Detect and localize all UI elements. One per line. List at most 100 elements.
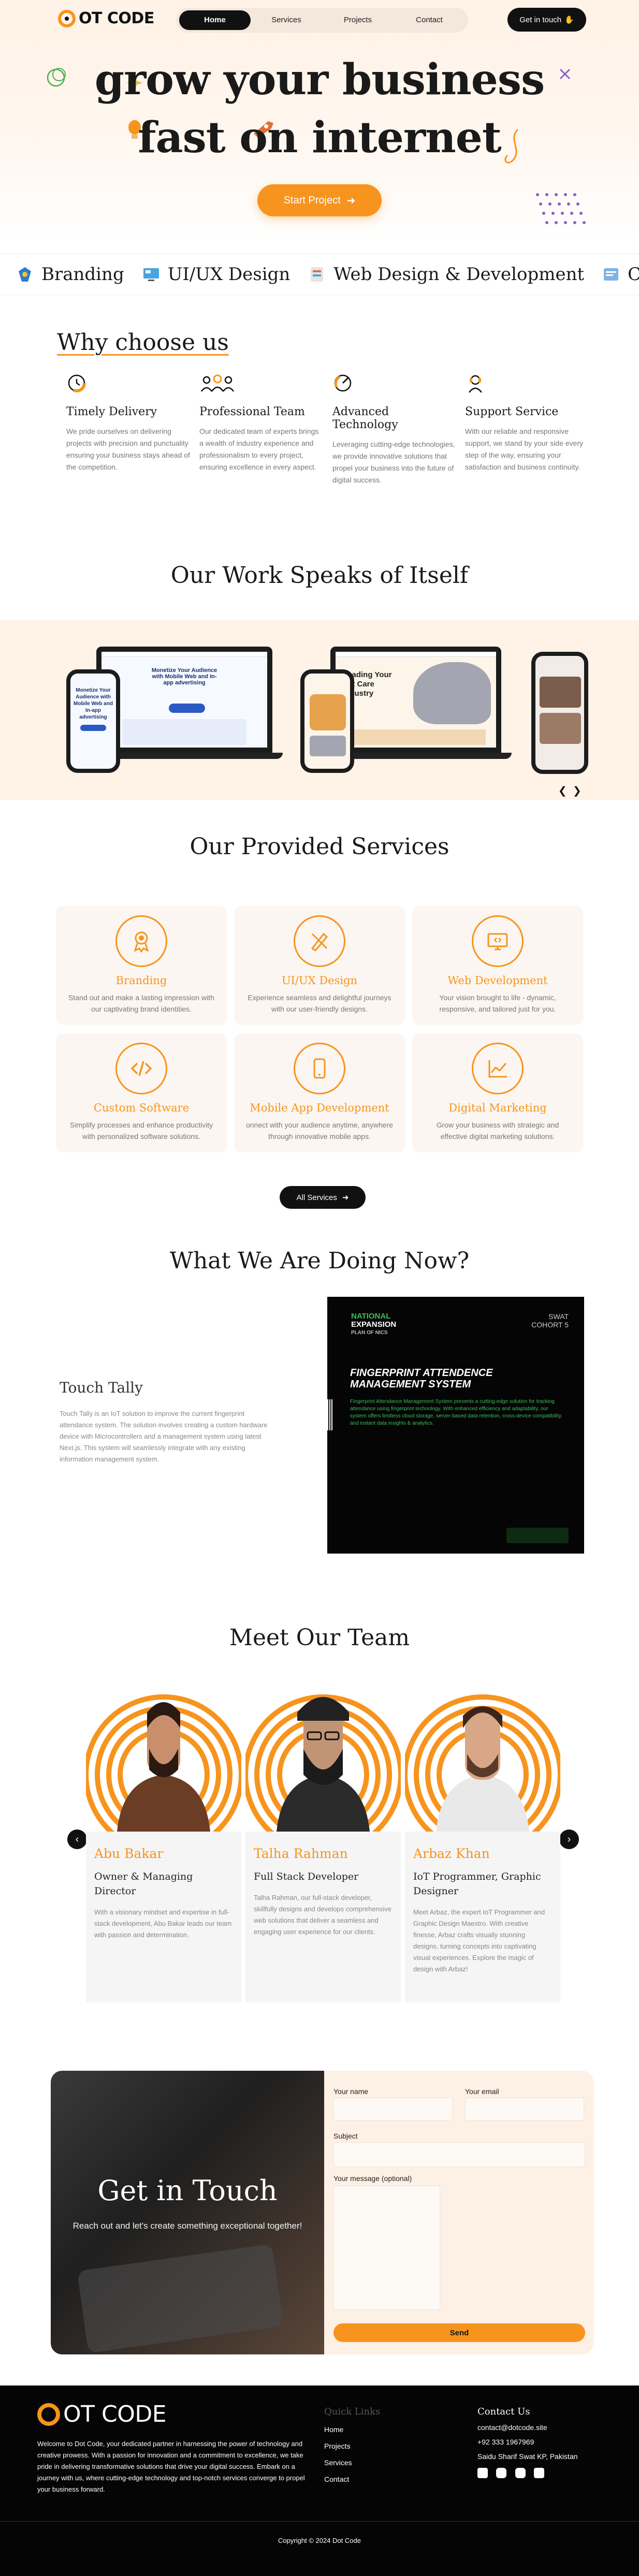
feature-title: Advanced Technology bbox=[332, 405, 398, 431]
facebook-icon[interactable] bbox=[477, 2468, 488, 2478]
member-name: Talha Rahman bbox=[254, 1846, 348, 1861]
nav-contact[interactable]: Contact bbox=[394, 10, 465, 30]
contact-section: Get in Touch Reach out and let's create … bbox=[51, 2071, 593, 2354]
email-field[interactable] bbox=[465, 2098, 584, 2120]
team-info: Talha Rahman Full Stack Developer Talha … bbox=[245, 1832, 401, 2002]
carousel-prev-icon[interactable]: ❮ bbox=[558, 784, 567, 797]
footer-link-services[interactable]: Services bbox=[324, 2458, 380, 2467]
feature-title: Support Service bbox=[465, 405, 559, 418]
subject-label: Subject bbox=[333, 2132, 358, 2140]
footer-link-home[interactable]: Home bbox=[324, 2425, 380, 2434]
team-card: Talha Rahman Full Stack Developer Talha … bbox=[245, 1671, 401, 2002]
nav-home[interactable]: Home bbox=[179, 10, 251, 30]
nav-projects[interactable]: Projects bbox=[322, 10, 394, 30]
contact-subtitle: Reach out and let's create something exc… bbox=[72, 2221, 302, 2231]
award-icon bbox=[115, 915, 167, 967]
project-mockup-2[interactable]: Leading Your Pet Care Industry bbox=[320, 647, 512, 759]
feature-card: Advanced Technology Leveraging cutting-e… bbox=[332, 373, 457, 486]
service-text: Stand out and make a lasting impression … bbox=[68, 993, 214, 1013]
send-button[interactable]: Send bbox=[333, 2323, 585, 2342]
service-title: UI/UX Design bbox=[281, 974, 358, 987]
service-card[interactable]: Web Development Your vision brought to l… bbox=[412, 906, 583, 1025]
footer-email[interactable]: contact@dotcode.site bbox=[477, 2423, 578, 2432]
team-prev-button[interactable]: ‹ bbox=[67, 1829, 87, 1849]
footer-about: Welcome to Dot Code, your dedicated part… bbox=[37, 2440, 305, 2493]
quick-links-title: Quick Links bbox=[324, 2406, 381, 2417]
project-mockup-phone-2[interactable] bbox=[300, 669, 354, 773]
start-project-button[interactable]: Start Project ➜ bbox=[257, 184, 382, 216]
project-description: Touch Tally is an IoT solution to improv… bbox=[60, 1410, 268, 1463]
gauge-icon bbox=[334, 374, 352, 392]
project-mockup-phone-3[interactable] bbox=[531, 652, 588, 774]
start-project-label: Start Project bbox=[283, 194, 341, 206]
footer-contact: Contact Us contact@dotcode.site +92 333 … bbox=[477, 2406, 578, 2481]
member-bio: With a visionary mindset and expertise i… bbox=[94, 1908, 232, 1939]
pen-ruler-icon bbox=[294, 915, 345, 967]
name-field[interactable] bbox=[333, 2098, 453, 2120]
member-bio: Talha Rahman, our full-stack developer, … bbox=[254, 1894, 391, 1936]
feature-title: Professional Team bbox=[199, 405, 305, 418]
contact-us-title: Contact Us bbox=[477, 2406, 530, 2417]
service-title: Custom Software bbox=[93, 1102, 190, 1114]
footer-address: Saidu Sharif Swat KP, Pakistan bbox=[477, 2452, 578, 2461]
poster-fingerprint-decoration bbox=[327, 1399, 333, 1430]
monitor-icon bbox=[472, 915, 524, 967]
marquee-item: UI/UX Design bbox=[142, 264, 291, 285]
service-card[interactable]: Digital Marketing Grow your business wit… bbox=[412, 1033, 583, 1152]
footer-logo[interactable]: OT CODE bbox=[37, 2401, 167, 2427]
footer-link-projects[interactable]: Projects bbox=[324, 2442, 380, 2450]
project-mockup-phone-1[interactable]: Monetize Your Audience with Mobile Web a… bbox=[66, 669, 120, 773]
get-in-touch-button[interactable]: Get in touch ✋ bbox=[507, 8, 586, 32]
team-info: Abu Bakar Owner & Managing Director With… bbox=[86, 1832, 241, 2002]
marquee-label: Web Design & Development bbox=[333, 264, 585, 285]
arrow-right-icon: ➜ bbox=[346, 195, 356, 207]
service-card[interactable]: Mobile App Development onnect with your … bbox=[234, 1033, 405, 1152]
mail-icon[interactable] bbox=[534, 2468, 545, 2478]
instagram-icon[interactable] bbox=[496, 2468, 507, 2478]
footer-phone[interactable]: +92 333 1967969 bbox=[477, 2438, 578, 2446]
footer-link-contact[interactable]: Contact bbox=[324, 2475, 380, 2483]
service-card[interactable]: Custom Software Simplify processes and e… bbox=[56, 1033, 227, 1152]
service-card[interactable]: Branding Stand out and make a lasting im… bbox=[56, 906, 227, 1025]
marquee-label: Branding bbox=[41, 264, 124, 285]
service-text: Grow your business with strategic and ef… bbox=[436, 1121, 559, 1140]
all-services-label: All Services bbox=[296, 1193, 337, 1202]
marquee-label: UI/UX Design bbox=[167, 264, 291, 285]
hero-title-line2: fast on internet bbox=[138, 113, 502, 163]
work-title: Our Work Speaks of Itself bbox=[170, 562, 469, 589]
member-role: Full Stack Developer bbox=[254, 1871, 359, 1882]
service-text: Your vision brought to life - dynamic, r… bbox=[439, 993, 556, 1013]
service-title: Digital Marketing bbox=[448, 1102, 547, 1114]
poster-body: Fingerprint Attendance Management System… bbox=[350, 1399, 562, 1426]
team-icon bbox=[200, 374, 235, 392]
logo[interactable]: OT CODE bbox=[58, 9, 154, 27]
project-mockup-1[interactable]: Monetize Your Audience with Mobile Web a… bbox=[86, 647, 283, 759]
youtube-icon[interactable] bbox=[515, 2468, 526, 2478]
subject-field[interactable] bbox=[333, 2142, 585, 2167]
name-label: Your name bbox=[333, 2087, 369, 2096]
nav-services[interactable]: Services bbox=[251, 10, 322, 30]
email-label: Your email bbox=[465, 2087, 499, 2096]
marquee-item: Web Design & Development bbox=[308, 264, 584, 285]
service-card[interactable]: UI/UX Design Experience seamless and del… bbox=[234, 906, 405, 1025]
poster-cohort: SWAT COHORT 5 bbox=[531, 1312, 569, 1329]
project-poster[interactable]: NATIONAL EXPANSION PLAN OF NICS SWAT COH… bbox=[327, 1297, 584, 1554]
poster-heading: FINGERPRINT ATTENDENCE MANAGEMENT SYSTEM bbox=[350, 1367, 493, 1390]
team-next-button[interactable]: › bbox=[559, 1829, 579, 1849]
services-title: Our Provided Services bbox=[190, 833, 449, 860]
feature-title: Timely Delivery bbox=[66, 405, 157, 418]
member-name: Abu Bakar bbox=[94, 1846, 164, 1861]
service-text: onnect with your audience anytime, anywh… bbox=[245, 1121, 394, 1140]
quick-links: Quick Links Home Projects Services Conta… bbox=[324, 2406, 380, 2483]
work-showcase: Monetize Your Audience with Mobile Web a… bbox=[0, 620, 639, 800]
phone-icon bbox=[294, 1043, 345, 1094]
member-bio: Meet Arbaz, the expert IoT Programmer an… bbox=[413, 1908, 545, 1973]
message-field[interactable] bbox=[333, 2186, 440, 2310]
all-services-button[interactable]: All Services ➜ bbox=[280, 1186, 366, 1209]
carousel-next-icon[interactable]: ❯ bbox=[573, 784, 582, 797]
service-title: Branding bbox=[115, 974, 167, 987]
service-text: Simplify processes and enhance productiv… bbox=[69, 1121, 213, 1140]
team-card: Arbaz Khan IoT Programmer, Graphic Desig… bbox=[405, 1671, 560, 2002]
mockup-phone-headline: Monetize Your Audience with Mobile Web a… bbox=[74, 687, 113, 720]
copyright: Copyright © 2024 Dot Code bbox=[278, 2537, 361, 2544]
